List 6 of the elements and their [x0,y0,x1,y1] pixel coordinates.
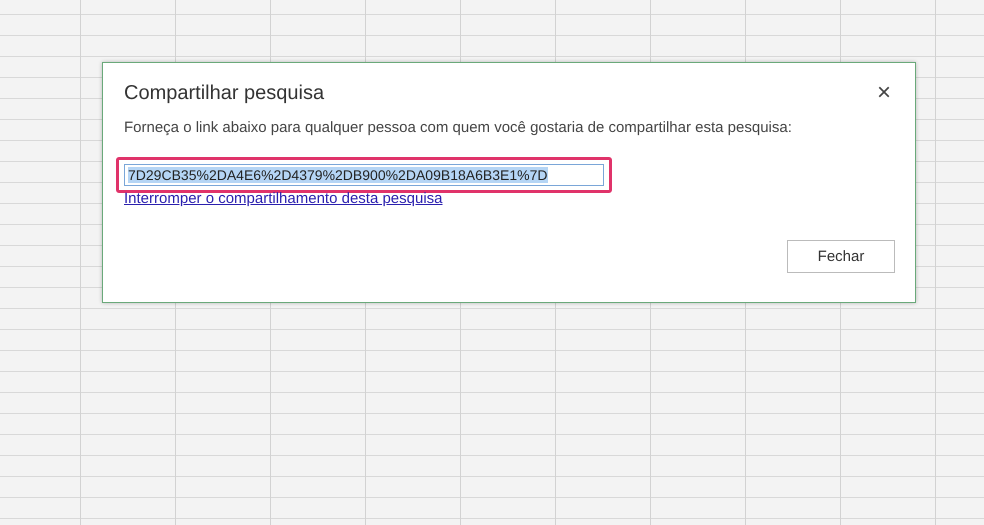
stop-sharing-link[interactable]: Interromper o compartilhamento desta pesquisa [124,190,443,207]
close-dialog-button[interactable]: Fechar [787,240,895,273]
dialog-message: Forneça o link abaixo para qualquer pessoa com quem você gostaria de compartilhar esta pesquisa: [124,119,793,136]
dialog-title: Compartilhar pesquisa [124,82,324,104]
close-button[interactable]: × [872,81,895,105]
link-field[interactable]: 7D29CB35%2DA4E6%2D4379%2DB900%2DA09B18A6B3E1%7D [124,164,604,186]
